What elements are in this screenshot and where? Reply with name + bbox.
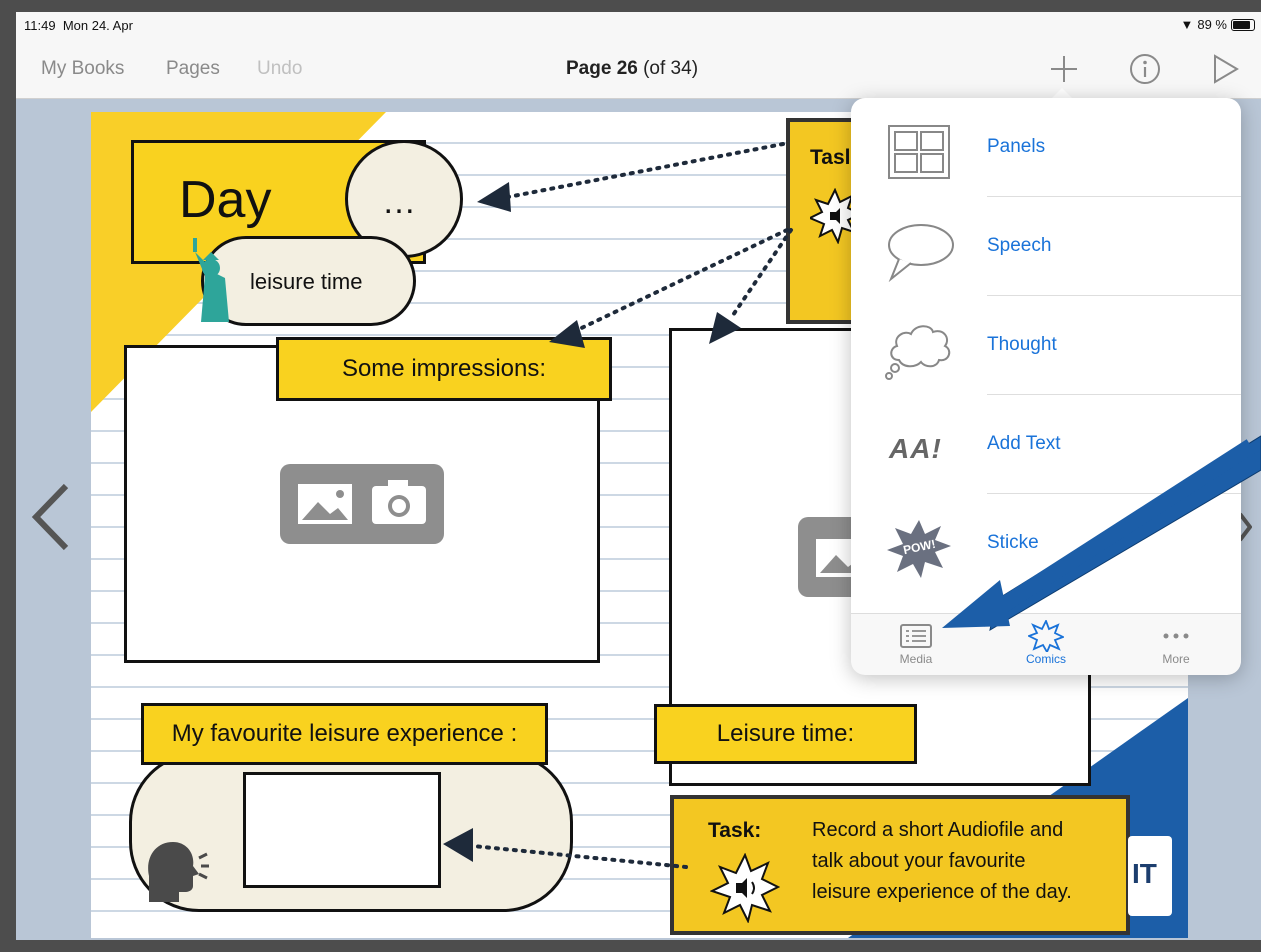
menu-item-panels[interactable]: Panels [851, 98, 1241, 197]
menu-item-thought[interactable]: Thought [851, 296, 1241, 395]
menu-label: Sticke [987, 532, 1039, 553]
status-bar: 11:49 Mon 24. Apr ▼ 89 % [16, 12, 1261, 40]
menu-label: Add Text [987, 433, 1061, 454]
play-icon[interactable] [1209, 52, 1243, 86]
status-time: 11:49 Mon 24. Apr [24, 18, 133, 33]
device-frame: 11:49 Mon 24. Apr ▼ 89 % My Books Pages … [0, 0, 1261, 952]
menu-item-speech[interactable]: Speech [851, 197, 1241, 296]
add-icon[interactable] [1047, 52, 1081, 86]
battery-percent: 89 % [1197, 17, 1227, 32]
tab-more[interactable]: More [1126, 620, 1226, 666]
undo-button[interactable]: Undo [257, 58, 302, 80]
status-right: ▼ 89 % [1180, 17, 1255, 32]
more-icon [1126, 620, 1226, 652]
tab-comics[interactable]: Comics [996, 620, 1096, 666]
speech-bubble-icon [885, 221, 954, 283]
add-text-icon: AA! [885, 419, 953, 477]
battery-icon [1231, 18, 1255, 31]
pages-button[interactable]: Pages [166, 58, 220, 80]
add-element-popover: Panels Speech Thought AA! Add Text POW! … [851, 98, 1241, 675]
menu-label: Panels [987, 136, 1046, 157]
add-text-icon-glyph: AA! [889, 433, 942, 464]
menu-item-stickers[interactable]: POW! Sticke [851, 494, 1241, 593]
tab-label: Media [899, 652, 933, 666]
tab-label: More [1162, 652, 1190, 666]
tab-media[interactable]: Media [866, 620, 966, 666]
my-books-button[interactable]: My Books [41, 58, 124, 80]
menu-label: Thought [987, 334, 1057, 355]
menu-label: Speech [987, 235, 1052, 256]
previous-page-chevron-icon[interactable] [28, 482, 72, 565]
comics-star-icon [996, 620, 1096, 652]
navigation-bar: My Books Pages Undo Page 26 (of 34) [16, 40, 1261, 99]
info-icon[interactable] [1128, 52, 1162, 86]
page-title: Page 26 (of 34) [566, 58, 699, 79]
panels-icon [885, 122, 953, 180]
menu-item-add-text[interactable]: AA! Add Text [851, 395, 1241, 494]
wifi-icon: ▼ [1180, 17, 1194, 32]
ipad-screen: 11:49 Mon 24. Apr ▼ 89 % My Books Pages … [16, 12, 1261, 940]
media-icon [866, 620, 966, 652]
popover-tab-bar: Media Comics More [851, 613, 1241, 675]
thought-bubble-icon [885, 320, 953, 380]
sticker-icon: POW! [885, 518, 953, 578]
tab-label: Comics [1025, 652, 1066, 666]
